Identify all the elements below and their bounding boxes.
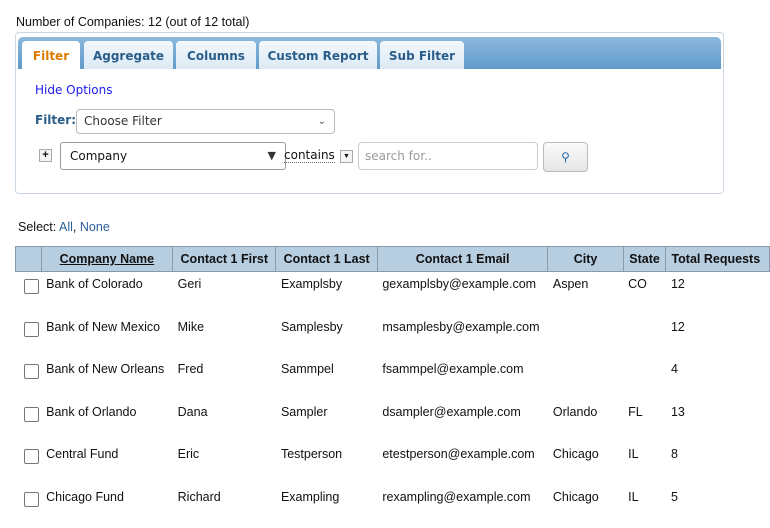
cell-company-name: Bank of New Mexico [46,319,161,334]
add-condition-button[interactable]: + [39,149,52,162]
filter-label: Filter: [35,113,77,127]
row-checkbox-cell [16,315,42,358]
cell-contact-first: Richard [177,489,221,504]
checkbox-header [15,246,42,272]
cell-total-requests: 12 [670,277,685,291]
table-row: Bank of Orlando Dana Sampler dsampler@examp… [16,400,770,443]
cell-contact-last: Examplsby [280,277,343,291]
cell-contact-last: Samplesby [280,319,343,334]
cell-contact-email: fsammpel@example.com [382,362,524,377]
cell-total-requests: 4 [670,362,678,377]
search-icon: ⚲ [561,150,570,164]
table-row: Chicago Fund Richard Exampling rexampling@e… [16,485,770,528]
header-city: City [547,246,624,272]
cell-contact-first: Mike [177,319,205,334]
triangle-down-icon: ▼ [267,149,276,162]
search-button[interactable]: ⚲ [543,142,588,172]
cell-state: CO [628,277,647,291]
select-none-link[interactable]: None [80,220,110,234]
cell-contact-email: msamplesby@example.com [382,319,540,334]
cell-contact-last: Exampling [280,489,340,504]
cell-contact-first: Dana [177,404,208,419]
company-count: Number of Companies: 12 (out of 12 total… [16,15,250,29]
tab-bar: Filter Aggregate Columns Custom Report S… [18,37,721,70]
row-checkbox-cell [16,357,42,400]
cell-city: Orlando [552,404,598,419]
companies-table: Company Name Contact 1 First Contact 1 L… [15,246,770,528]
cell-company-name: Chicago Fund [46,489,124,504]
cell-city: Chicago [552,447,599,462]
row-checkbox[interactable] [23,406,39,422]
cell-total-requests: 13 [670,404,685,419]
cell-total-requests: 12 [670,319,685,334]
cell-state: FL [628,404,643,419]
tab-columns[interactable]: Columns [176,41,256,69]
cell-contact-last: Testperson [280,447,343,462]
select-label: Select: [18,220,57,234]
cell-state: IL [628,447,639,462]
cell-company-name: Central Fund [46,447,119,462]
cell-state [623,315,666,358]
select-all-link[interactable]: All [59,220,73,234]
cell-contact-email: etestperson@example.com [382,447,535,462]
table-row: Bank of New Mexico Mike Samplesby msamplesb… [16,315,770,358]
row-checkbox-cell [16,272,42,315]
header-contact-last: Contact 1 Last [275,246,378,272]
search-input[interactable] [358,142,538,170]
cell-city [548,357,623,400]
row-checkbox-cell [16,485,42,528]
cell-city: Chicago [552,489,599,504]
select-separator: , [72,220,77,234]
header-contact-email: Contact 1 Email [376,246,549,272]
field-value: Company [70,149,128,163]
tab-sub-filter[interactable]: Sub Filter [380,41,464,69]
header-company-name[interactable]: Company Name [40,246,174,272]
cell-contact-email: rexampling@example.com [382,489,531,504]
row-checkbox-cell [16,400,42,443]
cell-total-requests: 5 [670,489,678,504]
header-state: State [622,246,667,272]
row-checkbox[interactable] [23,364,39,380]
operator-label[interactable]: contains [284,148,335,163]
cell-company-name: Bank of New Orleans [46,362,165,377]
cell-contact-first: Eric [177,447,200,462]
cell-contact-email: gexamplsby@example.com [382,277,537,291]
row-checkbox[interactable] [23,279,39,294]
choose-filter-select[interactable]: Choose Filter ⌄ [76,109,335,134]
row-checkbox[interactable] [23,449,39,465]
operator-dropdown-icon[interactable]: ▼ [340,150,353,163]
table-row: Bank of Colorado Geri Examplsby gexamplsby@… [16,272,770,315]
header-total-requests: Total Requests [665,246,770,272]
cell-contact-email: dsampler@example.com [382,404,521,419]
cell-state [623,357,666,400]
cell-city [548,315,623,358]
select-links: Select: All, None [18,220,110,234]
choose-filter-value: Choose Filter [84,114,162,128]
cell-company-name: Bank of Colorado [46,277,143,291]
row-checkbox[interactable] [23,321,39,337]
row-checkbox[interactable] [23,491,39,507]
chevron-down-icon: ⌄ [317,116,326,127]
cell-state: IL [628,489,639,504]
tab-custom-report[interactable]: Custom Report [259,41,377,69]
cell-city: Aspen [552,277,589,291]
field-select[interactable]: Company ▼ [60,142,286,170]
row-checkbox-cell [16,442,42,485]
options-panel: Filter Aggregate Columns Custom Report S… [15,32,724,194]
cell-total-requests: 8 [670,447,678,462]
hide-options-link[interactable]: Hide Options [35,83,112,97]
cell-contact-first: Fred [177,362,204,377]
cell-contact-first: Geri [177,277,202,291]
table-row: Central Fund Eric Testperson etestperson@ex… [16,442,770,485]
tab-filter[interactable]: Filter [22,41,80,70]
cell-company-name: Bank of Orlando [46,404,137,419]
table-row: Bank of New Orleans Fred Sammpel fsammpel@e… [16,357,770,400]
cell-contact-last: Sampler [280,404,328,419]
header-contact-first: Contact 1 First [172,246,277,272]
tab-aggregate[interactable]: Aggregate [84,41,173,69]
cell-contact-last: Sammpel [280,362,334,377]
